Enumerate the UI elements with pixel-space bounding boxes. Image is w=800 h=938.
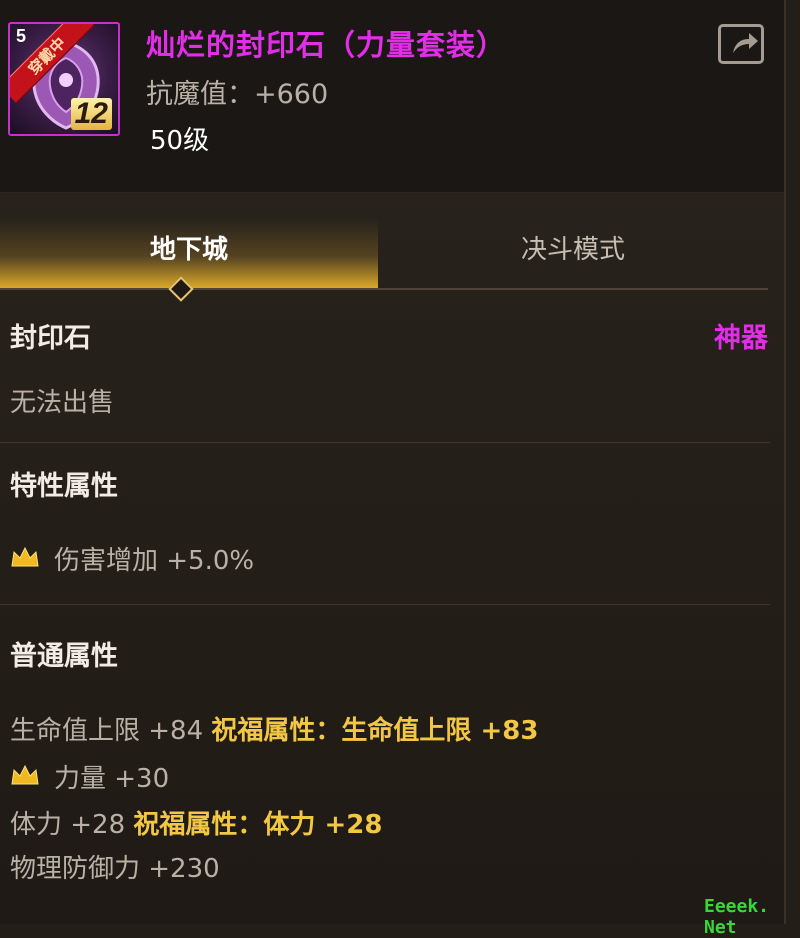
crown-icon [11, 764, 39, 785]
item-level: 50级 [150, 126, 210, 156]
mode-tabs: 地下城 决斗模式 [0, 218, 768, 288]
special-attribute-item: 伤害增加 +5.0% [54, 546, 255, 576]
item-rarity: 神器 [714, 323, 768, 354]
enhance-level-badge: 12 [70, 98, 112, 130]
attribute-line-hp: 生命值上限 +84 祝福属性：生命值上限 +83 [10, 710, 538, 747]
tab-dungeon[interactable]: 地下城 [0, 218, 378, 288]
blessing-vitality: 祝福属性：体力 +28 [133, 810, 383, 840]
divider [0, 442, 770, 443]
resist-value: +660 [254, 79, 329, 110]
stat-hp: 生命值上限 +84 [10, 716, 204, 746]
stat-vitality: 体力 +28 [10, 810, 126, 840]
normal-attributes-title: 普通属性 [10, 641, 118, 672]
tab-underline [0, 288, 768, 290]
icon-level-number: 5 [16, 26, 27, 46]
resist-label: 抗魔值： [146, 79, 254, 110]
divider [0, 604, 770, 605]
item-name: 灿烂的封印石（力量套装） [146, 28, 507, 62]
tab-duel[interactable]: 决斗模式 [378, 218, 768, 288]
attribute-line-vitality: 体力 +28 祝福属性：体力 +28 [10, 804, 382, 841]
item-header: 5 穿戴中 12 灿烂的封印石（力量套装） 抗魔值：+660 50级 [0, 0, 784, 193]
blessing-hp: 祝福属性：生命值上限 +83 [211, 716, 539, 746]
item-tooltip-panel: 5 穿戴中 12 灿烂的封印石（力量套装） 抗魔值：+660 50级 地下城 决… [0, 0, 786, 924]
magic-resist-line: 抗魔值：+660 [146, 72, 328, 111]
item-type: 封印石 [10, 323, 91, 354]
watermark: Eeeek. Net [704, 896, 770, 938]
sell-status: 无法出售 [10, 388, 115, 418]
share-icon [733, 33, 758, 53]
crown-icon [11, 546, 39, 567]
share-button[interactable] [718, 24, 764, 64]
stat-strength: 力量 +30 [54, 764, 170, 794]
special-attributes-title: 特性属性 [10, 471, 118, 502]
item-icon[interactable]: 5 穿戴中 12 [8, 22, 120, 136]
stat-physical-defense: 物理防御力 +230 [10, 854, 220, 884]
